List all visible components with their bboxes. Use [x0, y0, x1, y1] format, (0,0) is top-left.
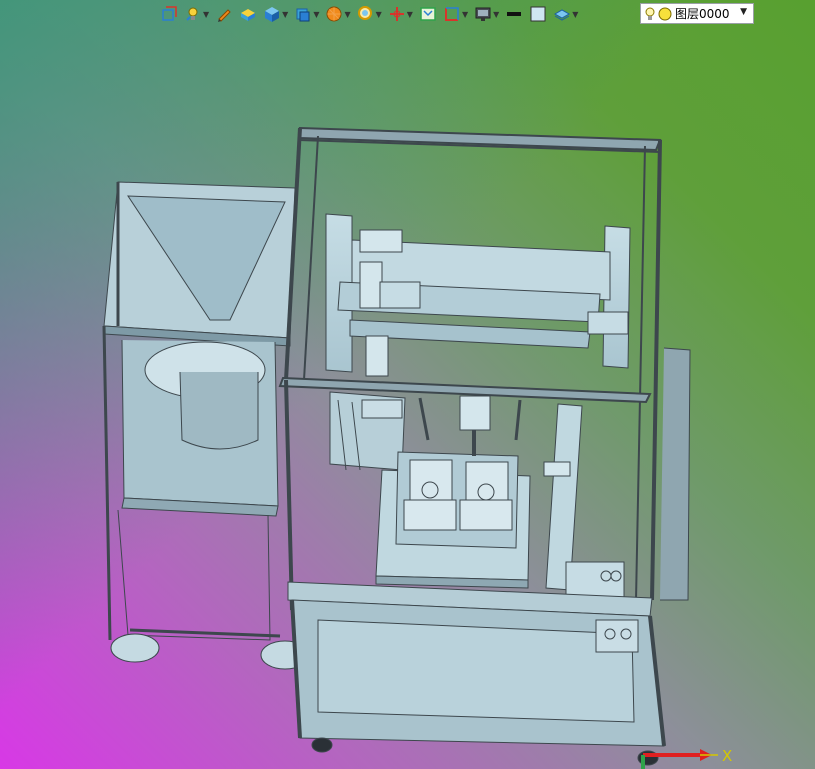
- feed-track: [329, 391, 406, 471]
- fixture-left: [403, 459, 457, 531]
- base-cabinet: [287, 581, 666, 766]
- fixture-right: [459, 461, 513, 531]
- side-module: [543, 403, 625, 605]
- x-axis-label: X: [722, 747, 733, 765]
- cad-assembly-model[interactable]: [0, 0, 815, 769]
- 3d-viewport[interactable]: ▼ ▼ ▼ ▼ ▼ ▼ ▼ ▼ ▼ 图层0000 ▼ X: [0, 0, 815, 769]
- hopper-frame: [102, 181, 310, 670]
- gantry-assembly: [325, 213, 631, 377]
